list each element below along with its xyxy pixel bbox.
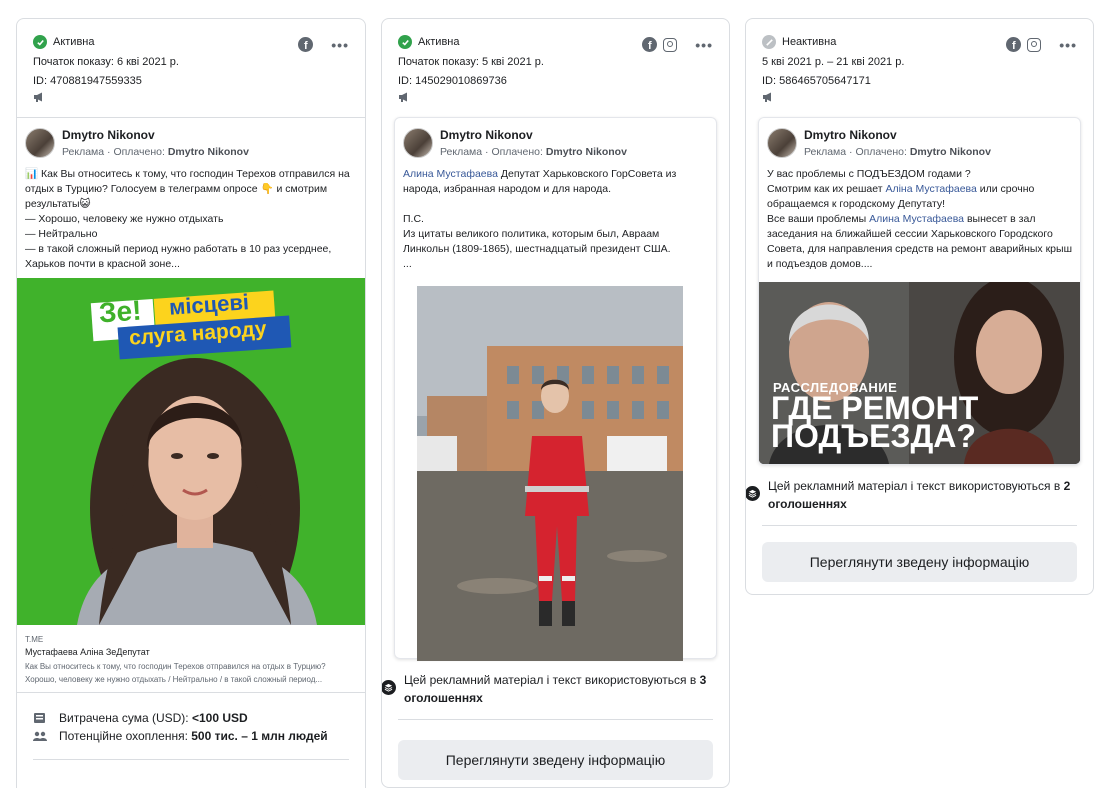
ad-card-3: Неактивна 5 кві 2021 р. – 21 кві 2021 р.… bbox=[745, 18, 1094, 595]
view-summary-button[interactable]: Переглянути зведену інформацію bbox=[398, 740, 713, 780]
ad-card-1: Активна Початок показу: 6 кві 2021 р. ID… bbox=[16, 18, 366, 788]
status-label: Активна bbox=[53, 36, 95, 48]
ad-text: Алина Мустафаева Депутат Харьковского Го… bbox=[395, 164, 716, 278]
mention-link[interactable]: Алина Мустафаева bbox=[403, 168, 498, 180]
author-name[interactable]: Dmytro Nikonov bbox=[62, 128, 249, 142]
people-icon bbox=[33, 731, 47, 741]
money-icon bbox=[34, 713, 45, 723]
more-options-icon[interactable]: ••• bbox=[695, 38, 713, 52]
reach-value: 500 тис. – 1 млн людей bbox=[191, 729, 328, 743]
usage-info: Цей рекламний матеріал і текст використо… bbox=[382, 659, 729, 707]
avatar[interactable] bbox=[25, 128, 55, 158]
sponsored-line: Реклама · Оплачено: Dmytro Nikonov bbox=[62, 146, 249, 158]
ad-preview: Dmytro Nikonov Реклама · Оплачено: Dmytr… bbox=[758, 117, 1081, 465]
ad-preview: Dmytro Nikonov Реклама · Оплачено: Dmytr… bbox=[17, 117, 365, 692]
link-preview[interactable]: T.ME Мустафаева Аліна ЗеДепутат Как Вы о… bbox=[17, 625, 365, 692]
status-label: Активна bbox=[418, 36, 460, 48]
usage-text: Цей рекламний матеріал і текст використо… bbox=[768, 479, 1064, 493]
avatar[interactable] bbox=[403, 128, 433, 158]
date-range: 5 кві 2021 р. – 21 кві 2021 р. bbox=[762, 56, 905, 68]
link-description: Как Вы относитесь к тому, что господин Т… bbox=[25, 662, 326, 684]
spent-label: Витрачена сума (USD): bbox=[59, 711, 192, 725]
sponsored-line: Реклама · Оплачено: Dmytro Nikonov bbox=[440, 146, 627, 158]
platform-icons: f ••• bbox=[298, 37, 349, 52]
mention-link[interactable]: Алина Мустафаева bbox=[869, 213, 964, 225]
instagram-icon bbox=[663, 37, 678, 52]
ad-author: Dmytro Nikonov Реклама · Оплачено: Dmytr… bbox=[395, 118, 716, 164]
author-name[interactable]: Dmytro Nikonov bbox=[440, 128, 627, 142]
sponsor-name: Dmytro Nikonov bbox=[909, 146, 991, 158]
ad-author: Dmytro Nikonov Реклама · Оплачено: Dmytr… bbox=[17, 118, 365, 164]
author-name[interactable]: Dmytro Nikonov bbox=[804, 128, 991, 142]
ad-image[interactable]: РАССЛЕДОВАНИЕ ГДЕ РЕМОНТ ПОДЪЕЗДА? bbox=[759, 282, 1080, 464]
facebook-icon: f bbox=[1006, 37, 1022, 52]
instagram-icon bbox=[1027, 37, 1042, 52]
megaphone-icon bbox=[34, 92, 42, 102]
spent-value: <100 USD bbox=[191, 711, 248, 725]
sponsored-line: Реклама · Оплачено: Dmytro Nikonov bbox=[804, 146, 991, 158]
image-heading-1: Зе! bbox=[97, 294, 143, 329]
ad-card-2: Активна Початок показу: 5 кві 2021 р. ID… bbox=[381, 18, 730, 788]
view-summary-button[interactable]: Переглянути зведену інформацію bbox=[762, 542, 1077, 582]
usage-text: Цей рекламний матеріал і текст використо… bbox=[404, 673, 700, 687]
ad-text: 📊 Как Вы относитесь к тому, что господин… bbox=[25, 168, 350, 270]
more-options-icon[interactable]: ••• bbox=[331, 38, 349, 52]
divider bbox=[398, 719, 713, 720]
ad-author: Dmytro Nikonov Реклама · Оплачено: Dmytr… bbox=[759, 118, 1080, 164]
megaphone-icon bbox=[399, 92, 407, 102]
image-caption-3: ПОДЪЕЗДА? bbox=[771, 418, 976, 454]
layers-icon bbox=[382, 680, 396, 695]
usage-info: Цей рекламний матеріал і текст використо… bbox=[746, 465, 1093, 513]
reach-row: Потенційне охоплення: 500 тис. – 1 млн л… bbox=[33, 727, 349, 745]
platform-icons: f ••• bbox=[1006, 37, 1077, 52]
inactive-icon bbox=[762, 35, 776, 49]
ad-card-header: Активна Початок показу: 6 кві 2021 р. ID… bbox=[17, 19, 365, 117]
status-label: Неактивна bbox=[782, 36, 837, 48]
sponsored-label: Реклама · Оплачено: bbox=[440, 146, 546, 158]
sponsored-label: Реклама · Оплачено: bbox=[804, 146, 910, 158]
ad-image[interactable]: Зе! місцеві слуга народу bbox=[17, 278, 365, 625]
sponsor-name: Dmytro Nikonov bbox=[167, 146, 249, 158]
ad-id: ID: 145029010869736 bbox=[398, 75, 507, 87]
layers-icon bbox=[746, 486, 760, 501]
start-date: Початок показу: 6 кві 2021 р. bbox=[33, 56, 179, 68]
image-heading-2: місцеві bbox=[168, 289, 250, 320]
ad-image[interactable] bbox=[417, 286, 683, 661]
ad-text-body: Депутат Харьковского ГорСовета из народа… bbox=[403, 168, 677, 270]
sponsored-label: Реклама · Оплачено: bbox=[62, 146, 168, 158]
megaphone-icon bbox=[763, 92, 771, 102]
ad-card-header: Активна Початок показу: 5 кві 2021 р. ID… bbox=[382, 19, 729, 117]
ad-id: ID: 470881947559335 bbox=[33, 75, 142, 87]
start-date: Початок показу: 5 кві 2021 р. bbox=[398, 56, 544, 68]
ad-card-header: Неактивна 5 кві 2021 р. – 21 кві 2021 р.… bbox=[746, 19, 1093, 117]
facebook-icon: f bbox=[298, 37, 314, 52]
reach-label: Потенційне охоплення: bbox=[59, 729, 192, 743]
mention-link[interactable]: Аліна Мустафаева bbox=[885, 183, 976, 195]
avatar[interactable] bbox=[767, 128, 797, 158]
sponsor-name: Dmytro Nikonov bbox=[545, 146, 627, 158]
active-check-icon bbox=[398, 35, 412, 49]
link-title: Мустафаева Аліна ЗеДепутат bbox=[25, 647, 150, 657]
link-domain: T.ME bbox=[25, 635, 44, 644]
ad-preview: Dmytro Nikonov Реклама · Оплачено: Dmytr… bbox=[394, 117, 717, 661]
more-options-icon[interactable]: ••• bbox=[1059, 38, 1077, 52]
ad-stats: Витрачена сума (USD): <100 USD Потенційн… bbox=[17, 693, 365, 745]
ad-id: ID: 586465705647171 bbox=[762, 75, 871, 87]
facebook-icon: f bbox=[642, 37, 658, 52]
divider bbox=[33, 759, 349, 760]
ad-text: У вас проблемы с ПОДЪЕЗДОМ годами ? Смот… bbox=[759, 164, 1080, 278]
spent-row: Витрачена сума (USD): <100 USD bbox=[33, 709, 349, 727]
platform-icons: f ••• bbox=[642, 37, 713, 52]
divider bbox=[762, 525, 1077, 526]
active-check-icon bbox=[33, 35, 47, 49]
